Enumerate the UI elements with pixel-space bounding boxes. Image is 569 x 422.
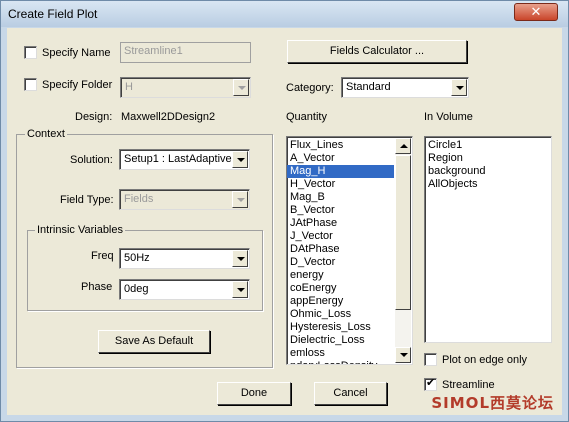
in-volume-list-item[interactable]: Region bbox=[425, 152, 551, 165]
chevron-down-icon bbox=[232, 281, 248, 298]
specify-folder-select[interactable]: H bbox=[120, 77, 251, 98]
save-as-default-button[interactable]: Save As Default bbox=[98, 330, 210, 353]
plot-on-edge-only-label: Plot on edge only bbox=[442, 354, 528, 366]
specify-name-input[interactable]: Streamline1 bbox=[120, 42, 251, 63]
quantity-list-item[interactable]: appEnergy bbox=[287, 295, 394, 308]
dialog-body: Specify Name Streamline1 Specify Folder … bbox=[7, 28, 562, 415]
phase-label: Phase bbox=[81, 281, 113, 293]
quantity-list[interactable]: Flux_Lines A_Vector Mag_H H_Vector Mag_B B_Ve… bbox=[286, 136, 413, 365]
specify-folder-label: Specify Folder bbox=[42, 79, 113, 91]
in-volume-list-item[interactable]: Circle1 bbox=[425, 139, 551, 152]
design-value: Maxwell2DDesign2 bbox=[121, 111, 216, 123]
scroll-thumb[interactable] bbox=[395, 155, 411, 310]
quantity-scrollbar[interactable] bbox=[395, 138, 411, 363]
chevron-down-icon bbox=[232, 191, 248, 208]
fields-calculator-button[interactable]: Fields Calculator ... bbox=[287, 40, 467, 63]
close-icon: ✕ bbox=[530, 4, 542, 19]
quantity-list-item[interactable]: coEnergy bbox=[287, 282, 394, 295]
dialog-title: Create Field Plot bbox=[8, 7, 98, 21]
quantity-list-item[interactable]: Ohmic_Loss bbox=[287, 308, 394, 321]
quantity-list-item[interactable]: D_Vector bbox=[287, 256, 394, 269]
in-volume-list-item[interactable]: background bbox=[425, 165, 551, 178]
quantity-list-item[interactable]: JAtPhase bbox=[287, 217, 394, 230]
quantity-list-item[interactable]: Dielectric_Loss bbox=[287, 334, 394, 347]
close-button[interactable]: ✕ bbox=[514, 3, 558, 21]
chevron-down-icon bbox=[232, 250, 248, 267]
cancel-button[interactable]: Cancel bbox=[314, 382, 387, 405]
category-label: Category: bbox=[286, 82, 334, 94]
quantity-label: Quantity bbox=[286, 111, 327, 123]
specify-name-label: Specify Name bbox=[42, 47, 111, 59]
create-field-plot-dialog: Create Field Plot ✕ Specify Name Streaml… bbox=[0, 0, 569, 422]
quantity-list-item[interactable]: H_Vector bbox=[287, 178, 394, 191]
category-select[interactable]: Standard bbox=[341, 77, 469, 98]
field-type-select[interactable]: Fields bbox=[119, 189, 250, 210]
quantity-list-item[interactable]: emloss bbox=[287, 347, 394, 360]
intrinsic-variables-title: Intrinsic Variables bbox=[35, 224, 125, 236]
in-volume-list-item[interactable]: AllObjects bbox=[425, 178, 551, 191]
in-volume-label: In Volume bbox=[424, 111, 473, 123]
quantity-list-item[interactable]: ndaryLossDensity bbox=[287, 360, 394, 364]
streamline-checkbox[interactable] bbox=[424, 376, 437, 391]
chevron-down-icon bbox=[232, 151, 248, 168]
title-bar[interactable]: Create Field Plot ✕ bbox=[1, 1, 568, 27]
phase-select[interactable]: 0deg bbox=[119, 279, 250, 300]
plot-on-edge-only-checkbox[interactable] bbox=[424, 353, 437, 366]
freq-label: Freq bbox=[91, 250, 114, 262]
quantity-list-item[interactable]: Mag_H bbox=[287, 165, 394, 178]
scroll-up-icon[interactable] bbox=[395, 138, 411, 154]
specify-folder-checkbox[interactable] bbox=[24, 78, 37, 91]
quantity-list-item[interactable]: Flux_Lines bbox=[287, 139, 394, 152]
streamline-label: Streamline bbox=[442, 379, 495, 391]
context-group-title: Context bbox=[25, 128, 67, 140]
quantity-list-item[interactable]: energy bbox=[287, 269, 394, 282]
solution-label: Solution: bbox=[70, 154, 113, 166]
solution-select[interactable]: Setup1 : LastAdaptive bbox=[119, 149, 250, 170]
in-volume-list[interactable]: Circle1 Region background AllObjects bbox=[424, 136, 552, 343]
field-type-label: Field Type: bbox=[60, 194, 114, 206]
quantity-list-item[interactable]: DAtPhase bbox=[287, 243, 394, 256]
freq-select[interactable]: 50Hz bbox=[119, 248, 250, 269]
scroll-down-icon[interactable] bbox=[395, 347, 411, 363]
specify-name-checkbox[interactable] bbox=[24, 46, 37, 59]
quantity-list-item[interactable]: A_Vector bbox=[287, 152, 394, 165]
watermark-logo: SIMOL西莫论坛 bbox=[431, 394, 554, 412]
quantity-list-item[interactable]: J_Vector bbox=[287, 230, 394, 243]
design-label: Design: bbox=[75, 111, 113, 123]
chevron-down-icon bbox=[451, 79, 467, 96]
quantity-list-item[interactable]: Hysteresis_Loss bbox=[287, 321, 394, 334]
chevron-down-icon bbox=[233, 79, 249, 96]
quantity-list-item[interactable]: B_Vector bbox=[287, 204, 394, 217]
done-button[interactable]: Done bbox=[217, 382, 291, 405]
quantity-list-item[interactable]: Mag_B bbox=[287, 191, 394, 204]
